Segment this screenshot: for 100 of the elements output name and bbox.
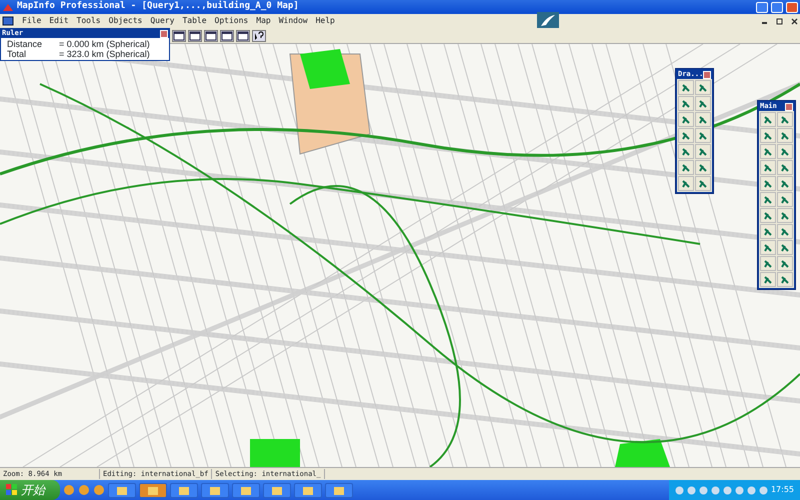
help-button[interactable]	[252, 30, 266, 42]
tool-button[interactable]	[777, 240, 793, 255]
tool-button[interactable]	[695, 96, 711, 111]
toolbar-button[interactable]	[220, 30, 234, 42]
restore-button[interactable]	[771, 2, 783, 12]
menu-item[interactable]: Map	[256, 15, 271, 27]
help-icon	[253, 30, 265, 40]
tool-button[interactable]	[777, 112, 793, 127]
tool-icon	[763, 226, 773, 236]
tool-icon	[698, 178, 708, 188]
taskbar-button[interactable]	[263, 482, 291, 498]
tool-icon	[780, 130, 790, 140]
close-button[interactable]	[786, 2, 798, 12]
menu-item[interactable]: File	[22, 15, 42, 27]
tool-icon	[681, 82, 691, 92]
tool-button[interactable]	[695, 176, 711, 191]
tool-icon	[698, 82, 708, 92]
tool-button[interactable]	[760, 256, 776, 271]
tool-button[interactable]	[760, 272, 776, 287]
tool-button[interactable]	[678, 144, 694, 159]
window-icon	[205, 30, 217, 40]
tool-icon	[763, 242, 773, 252]
document-icon	[2, 16, 14, 26]
close-button[interactable]	[785, 102, 793, 110]
tool-button[interactable]	[777, 208, 793, 223]
folder-icon	[334, 486, 344, 494]
window-icon	[237, 30, 249, 40]
tool-button[interactable]	[695, 144, 711, 159]
tool-button[interactable]	[777, 192, 793, 207]
minimize-button[interactable]	[756, 2, 768, 12]
tool-icon	[780, 114, 790, 124]
tool-button[interactable]	[695, 112, 711, 127]
tool-button[interactable]	[678, 160, 694, 175]
menu-item[interactable]: Edit	[49, 15, 69, 27]
tool-button[interactable]	[678, 128, 694, 143]
folder-icon	[117, 486, 127, 494]
close-button[interactable]	[703, 70, 712, 78]
tool-button[interactable]	[760, 160, 776, 175]
tool-button[interactable]	[760, 144, 776, 159]
measure-label: Distance	[7, 39, 44, 49]
tool-button[interactable]	[777, 224, 793, 239]
tool-button[interactable]	[678, 112, 694, 127]
window-icon	[189, 30, 201, 40]
window-icon	[173, 30, 185, 40]
tool-icon	[681, 146, 691, 156]
tool-button[interactable]	[695, 80, 711, 95]
tool-button[interactable]	[760, 112, 776, 127]
tool-icon	[698, 130, 708, 140]
tool-icon	[763, 114, 773, 124]
toolbar-button[interactable]	[188, 30, 202, 42]
tool-button[interactable]	[777, 176, 793, 191]
app-icon	[2, 2, 14, 12]
menu-item[interactable]: Query	[150, 15, 174, 27]
tool-icon	[763, 258, 773, 268]
taskbar-button[interactable]	[139, 482, 167, 498]
taskbar-button[interactable]	[325, 482, 353, 498]
tool-button[interactable]	[695, 160, 711, 175]
tool-icon	[780, 178, 790, 188]
clock: 17:55	[770, 484, 794, 496]
tool-icon	[763, 194, 773, 204]
tool-button[interactable]	[760, 192, 776, 207]
menu-item[interactable]: Options	[214, 15, 248, 27]
tool-button[interactable]	[760, 208, 776, 223]
tool-button[interactable]	[777, 160, 793, 175]
measure-value: = 0.000 km (Spherical)	[59, 39, 150, 49]
menu-item[interactable]: Tools	[76, 15, 101, 27]
toolbar-button[interactable]	[204, 30, 218, 42]
taskbar-button[interactable]	[170, 482, 198, 498]
menu-item[interactable]: Table	[182, 15, 207, 27]
tool-icon	[763, 210, 773, 220]
tool-button[interactable]	[760, 240, 776, 255]
tool-button[interactable]	[760, 224, 776, 239]
tool-icon	[698, 98, 708, 108]
toolbar-button[interactable]	[236, 30, 250, 42]
measure-value: = 323.0 km (Spherical)	[59, 49, 150, 59]
taskbar-button[interactable]	[201, 482, 229, 498]
tool-button[interactable]	[695, 128, 711, 143]
taskbar-button[interactable]	[108, 482, 136, 498]
tool-button[interactable]	[777, 256, 793, 271]
tool-button[interactable]	[678, 96, 694, 111]
tool-icon	[698, 162, 708, 172]
menu-item[interactable]: Help	[316, 15, 335, 27]
tool-button[interactable]	[777, 272, 793, 287]
tool-icon	[780, 226, 790, 236]
folder-icon	[272, 486, 282, 494]
tool-button[interactable]	[777, 128, 793, 143]
taskbar-button[interactable]	[294, 482, 322, 498]
tool-button[interactable]	[678, 80, 694, 95]
close-button[interactable]	[160, 30, 168, 38]
tool-button[interactable]	[777, 144, 793, 159]
tool-button[interactable]	[760, 176, 776, 191]
taskbar-button[interactable]	[232, 482, 260, 498]
folder-icon	[303, 486, 313, 494]
tool-button[interactable]	[678, 176, 694, 191]
tool-icon	[763, 162, 773, 172]
tool-button[interactable]	[760, 128, 776, 143]
menu-item[interactable]: Objects	[108, 15, 142, 27]
menu-item[interactable]: Window	[278, 15, 308, 27]
tool-icon	[763, 178, 773, 188]
toolbar-button[interactable]	[172, 30, 186, 42]
